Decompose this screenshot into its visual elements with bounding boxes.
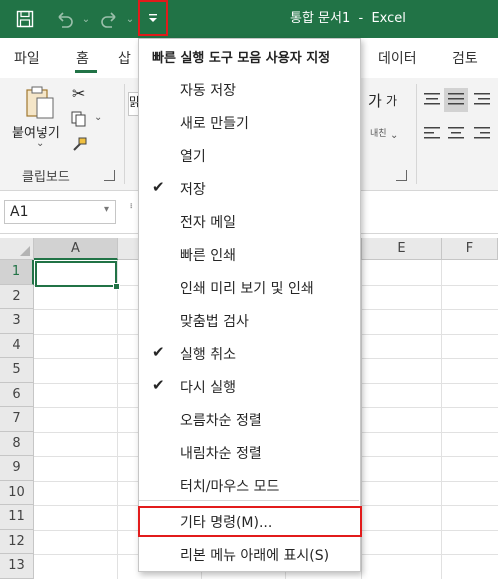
menu-item-open[interactable]: 열기 [180,146,206,166]
tab-review[interactable]: 검토 [452,48,478,68]
splitter-handle-icon[interactable]: ··· [124,202,138,207]
check-icon: ✔ [152,376,165,394]
cut-icon[interactable]: ✂ [72,84,85,103]
chevron-down-icon[interactable]: ▾ [104,204,109,215]
gridline [441,260,442,579]
chevron-down-icon[interactable]: ⌄ [36,138,44,149]
align-top-icon[interactable] [424,92,440,110]
format-painter-icon[interactable] [70,136,88,158]
menu-item-email[interactable]: 전자 메일 [180,212,236,232]
chevron-down-icon[interactable]: ⌄ [124,0,136,38]
menu-item-undo[interactable]: 실행 취소 [180,344,236,364]
group-divider [416,84,417,184]
row-header[interactable]: 7 [0,407,34,432]
customize-dropdown-icon [149,14,157,22]
menu-item-new[interactable]: 새로 만들기 [180,113,249,133]
chevron-down-icon[interactable]: ⌄ [94,112,102,123]
row-header[interactable]: 4 [0,333,34,358]
undo-icon[interactable] [48,0,80,38]
tab-home[interactable]: 홈 [76,48,89,68]
menu-item-show-below-ribbon[interactable]: 리본 메뉴 아래에 표시(S) [180,545,329,565]
dialog-launcher-icon[interactable] [104,170,115,181]
column-header-e[interactable]: E [362,238,442,260]
active-tab-indicator [75,70,97,73]
menu-item-redo[interactable]: 다시 실행 [180,377,236,397]
document-title: 통합 문서1 - Excel [290,11,406,26]
align-left-icon[interactable] [424,126,440,144]
align-right-icon[interactable] [474,126,490,144]
copy-icon[interactable] [70,110,88,132]
column-header-f[interactable]: F [442,238,498,260]
menu-item-save[interactable]: 저장 [180,179,206,199]
select-all-triangle-icon [20,246,30,256]
tab-data[interactable]: 데이터 [378,48,417,68]
row-header[interactable]: 6 [0,382,34,407]
row-header[interactable]: 13 [0,554,34,579]
paste-icon[interactable] [24,84,56,124]
customize-quick-access-button[interactable] [138,0,168,36]
row-header-1[interactable]: 1 [0,260,34,285]
align-bottom-icon[interactable] [474,92,490,110]
menu-item-print-preview[interactable]: 인쇄 미리 보기 및 인쇄 [180,278,314,298]
menu-item-sort-descending[interactable]: 내림차순 정렬 [180,443,262,463]
more-commands-highlight [138,506,362,537]
tab-file[interactable]: 파일 [14,48,40,68]
selected-cell-a1[interactable] [35,261,117,287]
row-header[interactable]: 5 [0,358,34,383]
menu-item-sort-ascending[interactable]: 오름차순 정렬 [180,410,262,430]
menu-item-quick-print[interactable]: 빠른 인쇄 [180,245,236,265]
menu-item-touch-mouse-mode[interactable]: 터치/마우스 모드 [180,476,279,496]
align-center-icon[interactable] [448,126,464,144]
phonetic-label[interactable]: 내친 [370,126,387,139]
row-header[interactable]: 3 [0,309,34,334]
redo-icon[interactable] [96,0,124,38]
check-icon: ✔ [152,343,165,361]
menu-item-spelling[interactable]: 맞춤법 검사 [180,311,249,331]
title-bar: ⌄ ⌄ 통합 문서1 - Excel [0,0,498,38]
font-size-increase-button[interactable]: 가 [368,90,382,111]
column-header-a[interactable]: A [34,238,118,260]
clipboard-group-label: 클립보드 [22,170,70,185]
save-icon[interactable] [10,0,40,38]
chevron-down-icon[interactable]: ⌄ [390,130,398,141]
dialog-launcher-icon[interactable] [396,170,407,181]
row-header[interactable]: 9 [0,456,34,481]
row-header[interactable]: 8 [0,431,34,456]
name-box-value: A1 [10,204,29,220]
tab-insert[interactable]: 삽 [118,48,131,68]
row-header[interactable]: 10 [0,480,34,505]
group-divider [124,84,125,184]
menu-title: 빠른 실행 도구 모음 사용자 지정 [152,51,331,66]
menu-separator [139,500,359,501]
font-size-decrease-button[interactable]: 가 [386,92,397,109]
row-header[interactable]: 12 [0,529,34,554]
gridline [117,260,118,579]
align-middle-icon[interactable] [448,92,464,110]
check-icon: ✔ [152,178,165,196]
fill-handle[interactable] [113,283,120,290]
menu-item-autosave[interactable]: 자동 저장 [180,80,236,100]
row-header[interactable]: 2 [0,284,34,309]
row-header[interactable]: 11 [0,505,34,530]
chevron-down-icon[interactable]: ⌄ [80,0,92,38]
